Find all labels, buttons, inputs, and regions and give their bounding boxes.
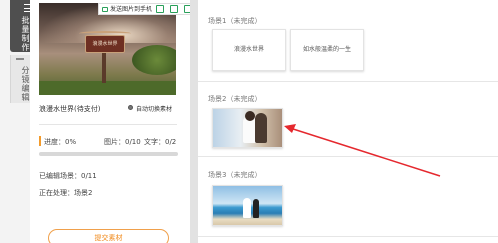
app-root: 批量制作 分镜编辑 浪漫水世界 发送图片到手机 浪漫水世界(待支付) 自动切换素…: [0, 0, 498, 243]
annotation-arrow: [284, 124, 441, 177]
arrow-shaft: [289, 127, 441, 177]
arrow-head: [284, 124, 296, 133]
